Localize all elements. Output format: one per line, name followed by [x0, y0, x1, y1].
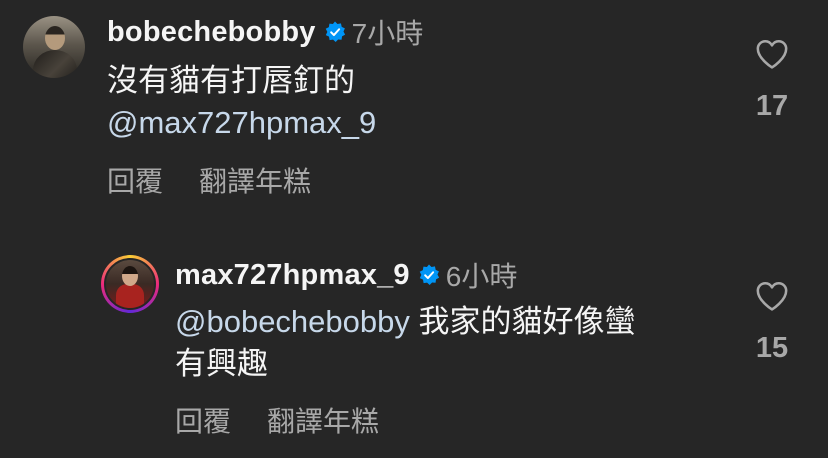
like-count: 17: [755, 90, 789, 122]
verified-badge-icon: [325, 21, 345, 43]
mention-link[interactable]: @max727hpmax_9: [107, 102, 376, 144]
mention-link[interactable]: @bobechebobby: [175, 304, 410, 339]
avatar-figure-head: [122, 266, 138, 286]
like-section: 15: [742, 280, 802, 365]
comment-text-line: 沒有貓有打唇釘的: [107, 63, 355, 98]
comment-header: max727hpmax_9 6小時: [175, 256, 517, 294]
comment-header: bobechebobby 7小時: [107, 12, 423, 52]
comment-text-line: 有興趣: [175, 346, 268, 381]
comment-text-line: @bobechebobby 我家的貓好像蠻: [175, 301, 636, 343]
comment-text-fragment: 我家的貓好像蠻: [409, 304, 636, 339]
heart-icon[interactable]: [755, 38, 789, 70]
comment-actions: 回覆 翻譯年糕: [107, 160, 347, 200]
avatar-figure-body: [116, 284, 144, 308]
timestamp: 6小時: [445, 261, 518, 292]
avatar-figure-head: [45, 26, 65, 50]
reply-button[interactable]: 回覆: [107, 160, 163, 200]
comment-item: bobechebobby 7小時 沒有貓有打唇釘的 @max727hpmax_9…: [0, 0, 828, 215]
verified-badge-icon: [419, 264, 439, 286]
like-section: 17: [742, 38, 802, 123]
username[interactable]: bobechebobby: [107, 16, 316, 49]
comment-text: 沒有貓有打唇釘的 @max727hpmax_9: [107, 60, 376, 144]
heart-icon[interactable]: [755, 280, 789, 312]
comment-text: @bobechebobby 我家的貓好像蠻 有興趣: [175, 301, 636, 385]
reply-item: max727hpmax_9 6小時 @bobechebobby 我家的貓好像蠻 …: [0, 238, 828, 458]
avatar[interactable]: [23, 16, 85, 78]
timestamp: 7小時: [351, 18, 424, 49]
like-count: 15: [755, 332, 789, 364]
username[interactable]: max727hpmax_9: [175, 259, 410, 292]
avatar-figure-body: [33, 50, 77, 78]
reply-button[interactable]: 回覆: [175, 400, 231, 440]
translate-button[interactable]: 翻譯年糕: [267, 400, 379, 440]
comment-actions: 回覆 翻譯年糕: [175, 400, 415, 440]
translate-button[interactable]: 翻譯年糕: [199, 160, 311, 200]
avatar[interactable]: [104, 258, 156, 310]
